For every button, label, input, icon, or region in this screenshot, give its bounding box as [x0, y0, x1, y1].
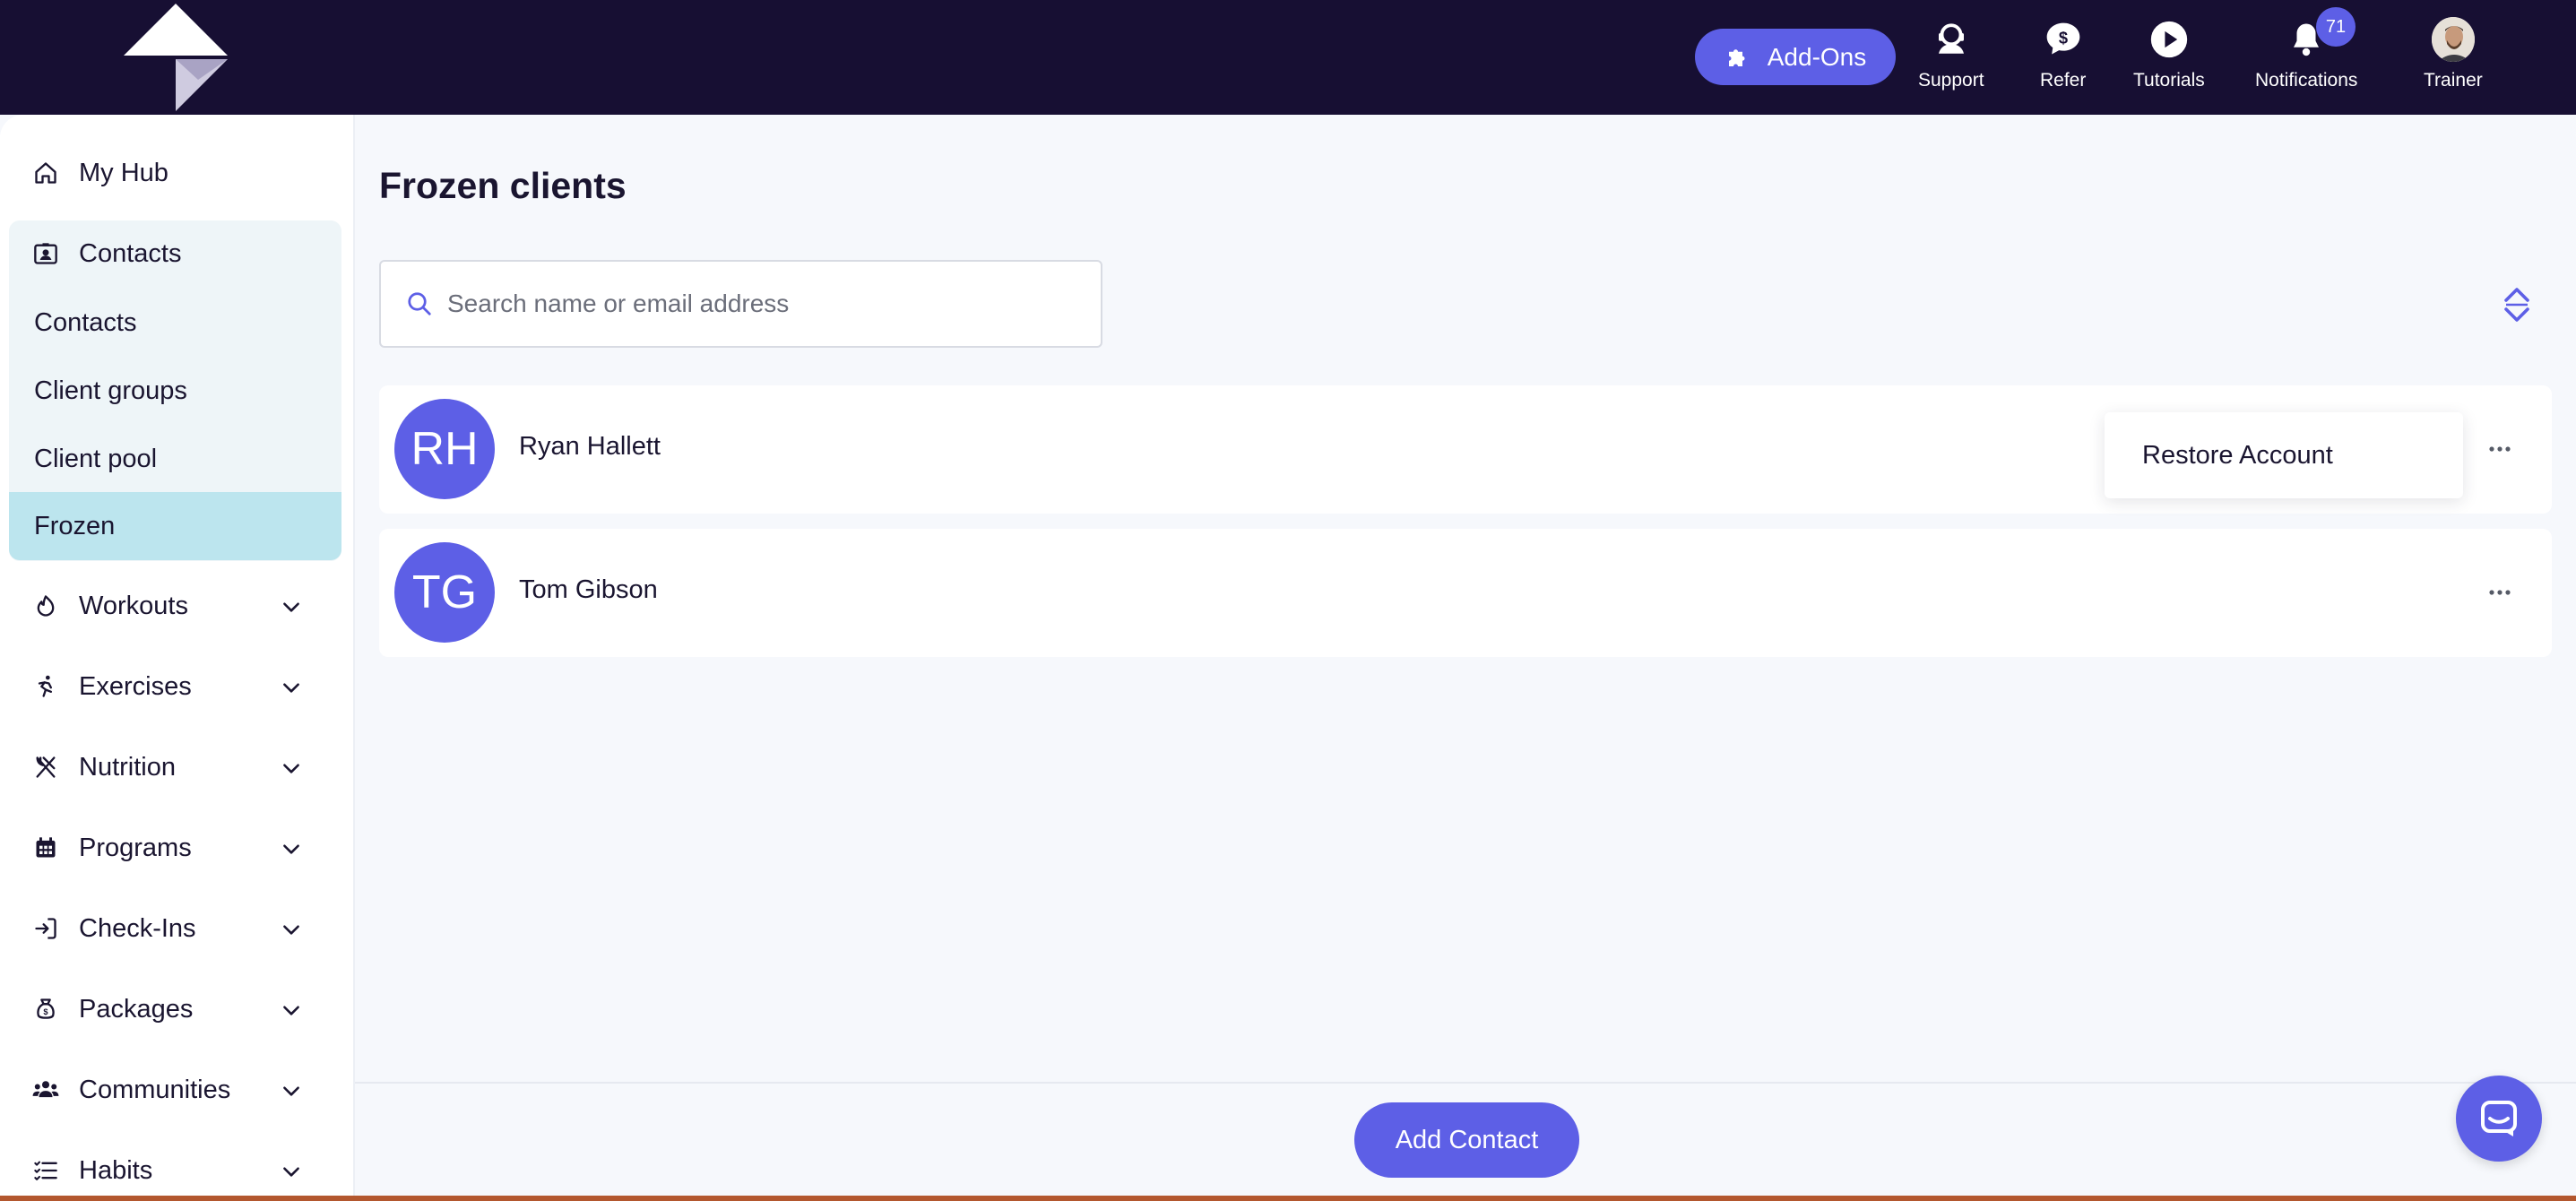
sidebar: My Hub Contacts Contacts Client groups C…: [0, 115, 355, 1201]
support-icon: [1930, 18, 1973, 61]
sidebar-item-label: Contacts: [79, 238, 182, 268]
sidebar-item-my-hub[interactable]: My Hub: [9, 138, 341, 208]
search-input[interactable]: [447, 289, 1075, 318]
nav-trainer[interactable]: Trainer: [2424, 17, 2483, 99]
sidebar-subitem-client-groups[interactable]: Client groups: [9, 357, 341, 425]
home-icon: [32, 160, 59, 186]
nav-support[interactable]: Support: [1918, 18, 1984, 99]
sidebar-item-label: Nutrition: [79, 752, 176, 782]
nav-refer-label: Refer: [2040, 70, 2087, 91]
client-avatar: TG: [394, 542, 495, 643]
sidebar-item-label: My Hub: [79, 158, 169, 187]
client-name[interactable]: Ryan Hallett: [519, 432, 661, 462]
chevron-down-icon: [283, 925, 299, 935]
refer-dollar-icon: $: [2042, 18, 2085, 61]
nav-refer[interactable]: $ Refer: [2040, 18, 2086, 99]
play-icon: [2148, 18, 2191, 61]
communities-icon: [32, 1076, 59, 1103]
add-contact-button[interactable]: Add Contact: [1354, 1102, 1579, 1178]
chevron-down-icon: [283, 602, 299, 612]
more-options-icon[interactable]: [2482, 579, 2518, 606]
chevron-down-icon: [283, 1086, 299, 1096]
puzzle-icon: [1725, 44, 1751, 71]
sidebar-item-nutrition[interactable]: Nutrition: [9, 732, 341, 802]
notifications-badge: 71: [2316, 7, 2356, 47]
add-ons-button[interactable]: Add-Ons: [1695, 29, 1896, 85]
nav-trainer-label: Trainer: [2424, 70, 2483, 91]
chevron-down-icon: [283, 1167, 299, 1177]
chevron-down-icon: [283, 1006, 299, 1015]
avatar: [2431, 17, 2475, 62]
svg-text:$: $: [43, 1007, 48, 1016]
main-content: Frozen clients RH Ryan Hallett TG Tom Gi…: [355, 115, 2576, 1201]
habits-icon: [32, 1157, 59, 1184]
search-icon: [406, 290, 433, 317]
nutrition-icon: [32, 754, 59, 781]
chevron-down-icon: [283, 764, 299, 773]
chat-support-button[interactable]: [2456, 1076, 2542, 1162]
sidebar-item-contacts[interactable]: Contacts: [9, 219, 341, 289]
sidebar-item-packages[interactable]: $ Packages: [9, 974, 341, 1044]
sidebar-item-workouts[interactable]: Workouts: [9, 571, 341, 641]
sidebar-item-programs[interactable]: Programs: [9, 813, 341, 883]
svg-text:$: $: [2059, 29, 2068, 48]
app-frame: My Hub Contacts Contacts Client groups C…: [0, 115, 2576, 1201]
window-bottom-edge: [0, 1196, 2576, 1201]
restore-account-menu-item[interactable]: Restore Account: [2105, 412, 2463, 498]
client-row[interactable]: TG Tom Gibson: [379, 529, 2552, 657]
client-avatar: RH: [394, 399, 495, 499]
sidebar-item-habits[interactable]: Habits: [9, 1136, 341, 1201]
sidebar-item-label: Check-Ins: [79, 913, 196, 943]
chevron-down-icon: [283, 844, 299, 854]
sidebar-item-label: Exercises: [79, 671, 192, 701]
sidebar-item-label: Habits: [79, 1155, 153, 1185]
app-logo[interactable]: [122, 4, 229, 111]
sidebar-item-label: Workouts: [79, 591, 188, 620]
sort-icon[interactable]: [2501, 285, 2533, 324]
sidebar-item-communities[interactable]: Communities: [9, 1055, 341, 1125]
sidebar-item-label: Programs: [79, 833, 192, 862]
nav-notifications-label: Notifications: [2255, 70, 2358, 91]
workouts-icon: [32, 592, 59, 619]
packages-icon: $: [32, 996, 59, 1023]
page-title: Frozen clients: [379, 165, 627, 206]
sidebar-subitem-client-pool[interactable]: Client pool: [9, 425, 341, 493]
sidebar-item-label: Communities: [79, 1075, 231, 1104]
sidebar-subitem-contacts[interactable]: Contacts: [9, 289, 341, 357]
chat-icon: [2477, 1097, 2520, 1140]
top-bar: Add-Ons Support $ Refer Tutorials Notifi…: [0, 0, 2576, 115]
calendar-icon: [32, 834, 59, 861]
contact-card-icon: [32, 240, 59, 267]
client-name[interactable]: Tom Gibson: [519, 575, 658, 605]
search-box[interactable]: [379, 260, 1102, 348]
exercises-icon: [32, 673, 59, 700]
more-options-icon[interactable]: [2482, 436, 2518, 462]
nav-tutorials-label: Tutorials: [2133, 70, 2205, 91]
add-ons-label: Add-Ons: [1767, 42, 1867, 71]
sidebar-item-label: Packages: [79, 994, 194, 1024]
sidebar-item-check-ins[interactable]: Check-Ins: [9, 894, 341, 963]
check-in-icon: [32, 915, 59, 942]
nav-support-label: Support: [1918, 70, 1984, 91]
chevron-down-icon: [283, 683, 299, 693]
sidebar-subitem-frozen[interactable]: Frozen: [9, 492, 341, 560]
nav-tutorials[interactable]: Tutorials: [2133, 18, 2205, 99]
sidebar-item-exercises[interactable]: Exercises: [9, 652, 341, 721]
